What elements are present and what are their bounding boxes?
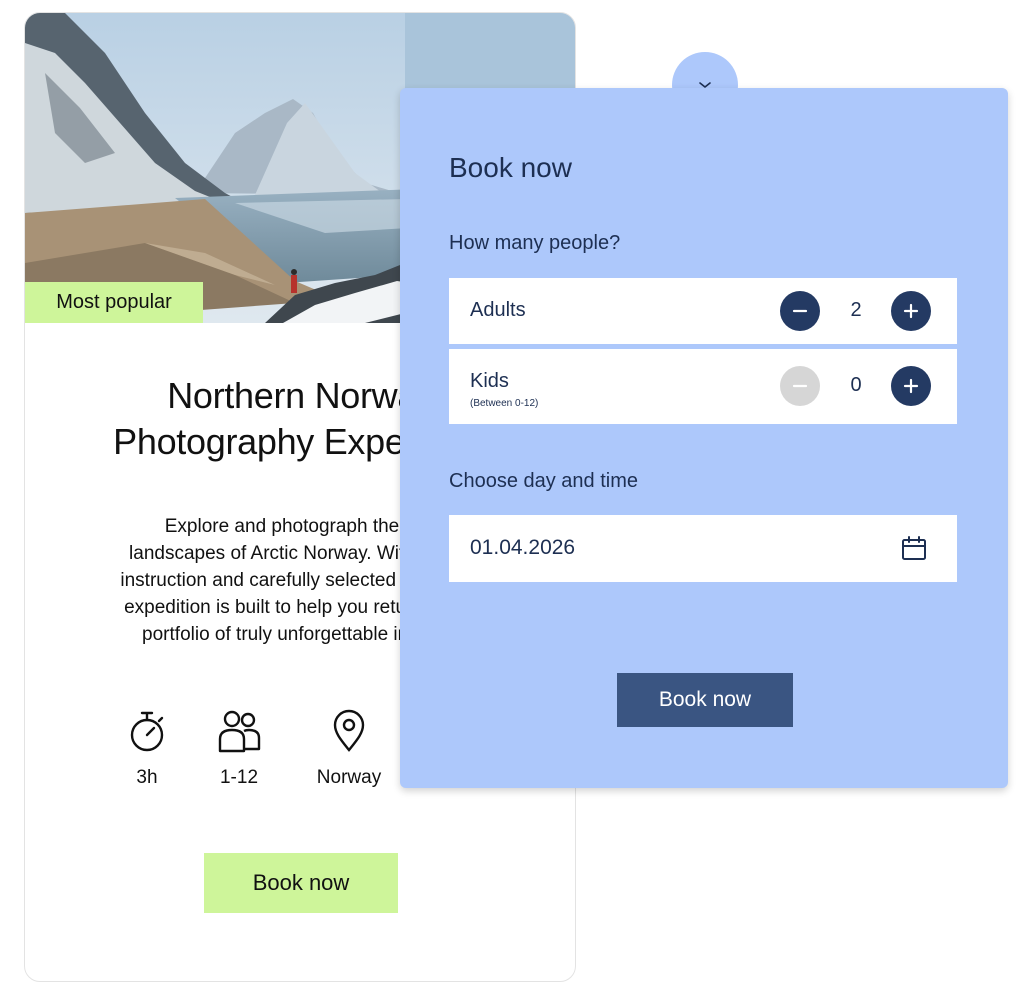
minus-icon	[792, 384, 808, 388]
date-value: 01.04.2026	[470, 536, 576, 559]
feature-label: Norway	[316, 767, 382, 788]
kids-increment-button[interactable]	[891, 366, 931, 406]
calendar-icon[interactable]	[901, 535, 927, 561]
location-pin-icon	[299, 709, 399, 753]
people-icon	[189, 709, 289, 753]
stopwatch-icon	[97, 709, 197, 753]
adults-count: 2	[850, 299, 862, 321]
plus-icon	[903, 378, 919, 394]
booking-panel: Book now How many people? Adults 2 Kids …	[400, 88, 1008, 788]
adults-label: Adults	[470, 299, 526, 321]
date-input[interactable]: 01.04.2026	[449, 515, 957, 582]
minus-icon	[792, 309, 808, 313]
panel-book-now-button[interactable]: Book now	[617, 673, 793, 727]
feature-group-size: 1-12	[189, 709, 289, 789]
kids-decrement-button[interactable]	[780, 366, 820, 406]
feature-label: 3h	[136, 767, 158, 788]
kids-row: Kids (Between 0-12) 0	[449, 349, 957, 424]
people-section-label: How many people?	[449, 232, 621, 254]
most-popular-badge: Most popular	[25, 282, 203, 323]
feature-label: 1-12	[219, 767, 259, 788]
plus-icon	[903, 303, 919, 319]
feature-duration: 3h	[97, 709, 197, 789]
kids-age-hint: (Between 0-12)	[470, 398, 539, 409]
card-book-now-button[interactable]: Book now	[204, 853, 398, 913]
feature-location: Norway	[299, 709, 399, 789]
kids-label: Kids	[470, 370, 509, 392]
kids-count: 0	[850, 374, 862, 396]
adults-increment-button[interactable]	[891, 291, 931, 331]
adults-decrement-button[interactable]	[780, 291, 820, 331]
date-section-label: Choose day and time	[449, 470, 639, 492]
adults-row: Adults 2	[449, 278, 957, 344]
booking-title: Book now	[449, 152, 572, 183]
